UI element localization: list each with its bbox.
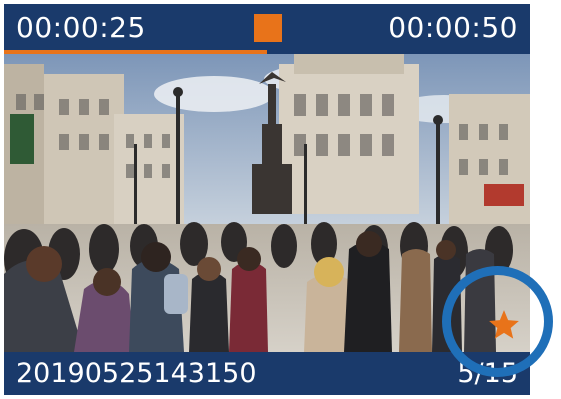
elapsed-time: 00:00:25 bbox=[16, 11, 146, 44]
total-time: 00:00:50 bbox=[388, 11, 518, 44]
stop-icon[interactable] bbox=[254, 14, 282, 42]
progress-bar[interactable] bbox=[4, 50, 530, 54]
file-name: 20190525143150 bbox=[16, 358, 257, 389]
top-bar: 00:00:25 00:00:50 bbox=[4, 4, 530, 50]
bottom-bar: 20190525143150 5/15 bbox=[4, 352, 530, 395]
progress-fill bbox=[4, 50, 267, 54]
highlight-ring bbox=[442, 266, 553, 377]
